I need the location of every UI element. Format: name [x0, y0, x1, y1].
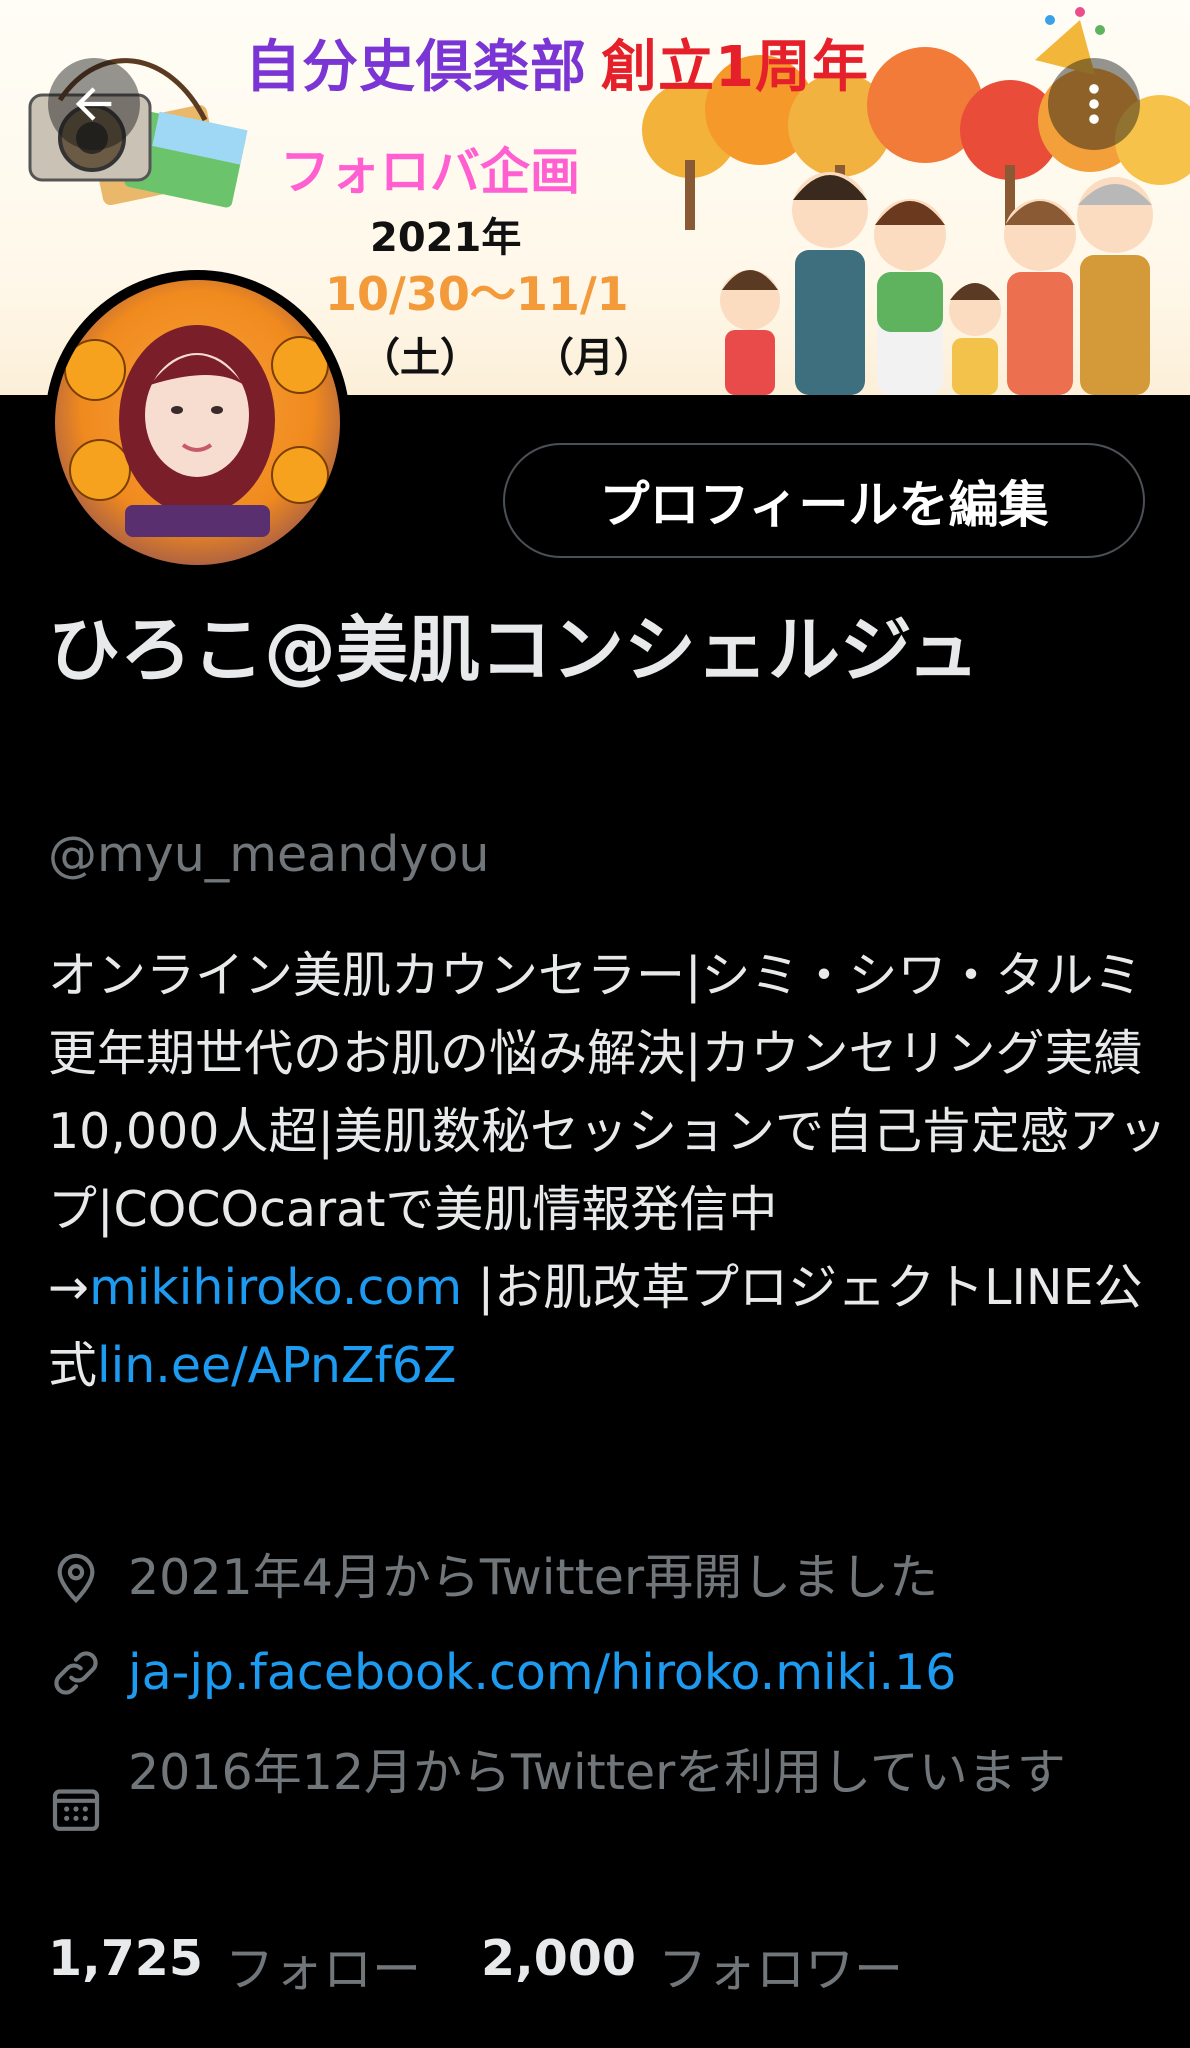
joined-row: 2016年12月からTwitterを利用しています	[48, 1735, 1128, 1837]
website-row: ja-jp.facebook.com/hiroko.miki.16	[48, 1635, 956, 1711]
following-link[interactable]: 1,725 フォロー	[48, 1930, 421, 2001]
location-pin-icon	[57, 1553, 95, 1604]
more-vertical-icon	[1089, 84, 1099, 124]
follow-stats: 1,725 フォロー 2,000 フォロワー	[48, 1930, 903, 2001]
display-name: ひろこ@美肌コンシェルジュ	[48, 608, 979, 692]
banner-year: 2021年	[370, 215, 522, 261]
avatar-image	[55, 280, 340, 565]
banner-title-part2: 創立1周年	[601, 35, 869, 100]
followers-link[interactable]: 2,000 フォロワー	[481, 1930, 903, 2001]
joined-text: 2016年12月からTwitterを利用しています	[128, 1744, 1066, 1801]
link-icon	[54, 1651, 98, 1695]
bio-link-website[interactable]: mikihiroko.com	[89, 1259, 462, 1316]
banner-title-part1: 自分史倶楽部	[245, 35, 587, 100]
profile-avatar[interactable]	[45, 270, 350, 575]
website-link[interactable]: ja-jp.facebook.com/hiroko.miki.16	[128, 1635, 956, 1711]
more-options-button[interactable]	[1048, 58, 1140, 150]
avatar-photo	[64, 325, 329, 537]
bio-link-line[interactable]: lin.ee/APnZf6Z	[97, 1337, 457, 1394]
banner-days: （土） （月）	[360, 335, 654, 381]
location-row: 2021年4月からTwitter再開しました	[48, 1540, 938, 1616]
calendar-icon	[52, 1789, 100, 1831]
profile-bio: オンライン美肌カウンセラー|シミ・シワ・タルミ更年期世代のお肌の悩み解決|カウン…	[48, 937, 1168, 1405]
banner-title: 自分史倶楽部 創立1周年	[245, 22, 869, 103]
followers-count: 2,000	[481, 1930, 637, 1987]
back-button[interactable]	[48, 58, 140, 150]
arrow-left-icon	[75, 87, 112, 121]
following-count: 1,725	[48, 1930, 203, 1987]
user-handle: @myu_meandyou	[48, 826, 490, 883]
banner-subtitle: フォロバ企画	[280, 143, 580, 201]
banner-dates: 10/30〜11/1	[325, 267, 629, 321]
following-label: フォロー	[225, 1941, 422, 1998]
edit-profile-button[interactable]: プロフィールを編集	[503, 443, 1145, 558]
location-text: 2021年4月からTwitter再開しました	[128, 1549, 939, 1606]
followers-label: フォロワー	[658, 1941, 904, 1998]
